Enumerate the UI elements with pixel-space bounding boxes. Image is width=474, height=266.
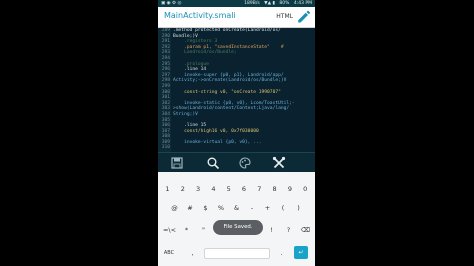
syntax-mode-label[interactable]: HTML	[276, 13, 293, 20]
phone-screen: ▣ ◉ ⚙ ◎ 189B/s ▼▲ ▮ 80% 4:43 PM MainActi…	[158, 0, 315, 266]
key-asterisk[interactable]: *	[179, 223, 194, 237]
key-rparen[interactable]: )	[291, 201, 306, 215]
tools-icon[interactable]	[272, 156, 286, 170]
line-number-gutter: 289 290 291 292 293 294 295 296 297 298 299 300 301 3…	[158, 28, 171, 152]
key-6[interactable]: 6	[237, 182, 252, 196]
status-notification-icons: ▣ ◉ ⚙ ◎	[161, 1, 182, 6]
key-backspace[interactable]: ⌫	[298, 223, 313, 237]
key-dollar[interactable]: $	[198, 201, 213, 215]
key-plus[interactable]: +	[260, 201, 275, 215]
keyboard-row-symbols-1: @ # $% & - +()	[158, 201, 315, 215]
period-key[interactable]: .	[274, 246, 289, 260]
enter-key[interactable]: ↵	[294, 246, 308, 259]
key-exclaim[interactable]: !	[264, 223, 279, 237]
toast-message: File Saved.	[213, 220, 263, 235]
key-9[interactable]: 9	[282, 182, 297, 196]
line-number: 310	[161, 145, 170, 151]
key-question[interactable]: ?	[281, 223, 296, 237]
code-editor[interactable]: 289 290 291 292 293 294 295 296 297 298 299 300 301 3…	[158, 28, 315, 152]
file-title: MainActivity.smali	[164, 11, 236, 20]
save-icon[interactable]	[170, 156, 184, 170]
palette-icon[interactable]	[238, 156, 252, 170]
signal-icon: ▼▲ ▮	[264, 1, 275, 6]
soft-keyboard: 1234567890 @#$%&-+() =\<*"':;!?⌫ ABC , .…	[158, 172, 315, 266]
pencil-icon[interactable]	[296, 9, 311, 24]
key-1[interactable]: 1	[160, 182, 175, 196]
key-5[interactable]: 5	[221, 182, 236, 196]
key-7[interactable]: 7	[252, 182, 267, 196]
status-bar: ▣ ◉ ⚙ ◎ 189B/s ▼▲ ▮ 80% 4:43 PM	[158, 0, 315, 7]
battery-level: 80%	[279, 1, 290, 6]
app-bar: MainActivity.smali HTML	[158, 7, 315, 28]
comma-key[interactable]: ,	[185, 246, 200, 260]
abc-key[interactable]: ABC	[162, 246, 176, 260]
network-speed: 189B/s	[244, 1, 260, 6]
key-4[interactable]: 4	[206, 182, 221, 196]
status-right-group: 189B/s ▼▲ ▮ 80% 4:43 PM	[241, 0, 312, 7]
key-ampersand[interactable]: &	[229, 201, 244, 215]
code-area[interactable]: .method protected onCreate(Landroid/os/B…	[173, 28, 313, 152]
bottom-toolbar	[158, 152, 315, 173]
key-minus[interactable]: -	[245, 201, 260, 215]
key-3[interactable]: 3	[191, 182, 206, 196]
key-at[interactable]: @	[167, 201, 182, 215]
clock: 4:43 PM	[293, 1, 312, 6]
key-alt-symbols[interactable]: =\<	[162, 223, 177, 237]
search-icon[interactable]	[206, 156, 220, 170]
key-dquote[interactable]: "	[196, 223, 211, 237]
space-bar[interactable]	[204, 248, 270, 259]
key-0[interactable]: 0	[298, 182, 313, 196]
keyboard-row-numbers: 1234567890	[158, 182, 315, 196]
key-2[interactable]: 2	[175, 182, 190, 196]
key-percent[interactable]: %	[214, 201, 229, 215]
key-8[interactable]: 8	[267, 182, 282, 196]
key-lparen[interactable]: (	[276, 201, 291, 215]
key-hash[interactable]: #	[183, 201, 198, 215]
